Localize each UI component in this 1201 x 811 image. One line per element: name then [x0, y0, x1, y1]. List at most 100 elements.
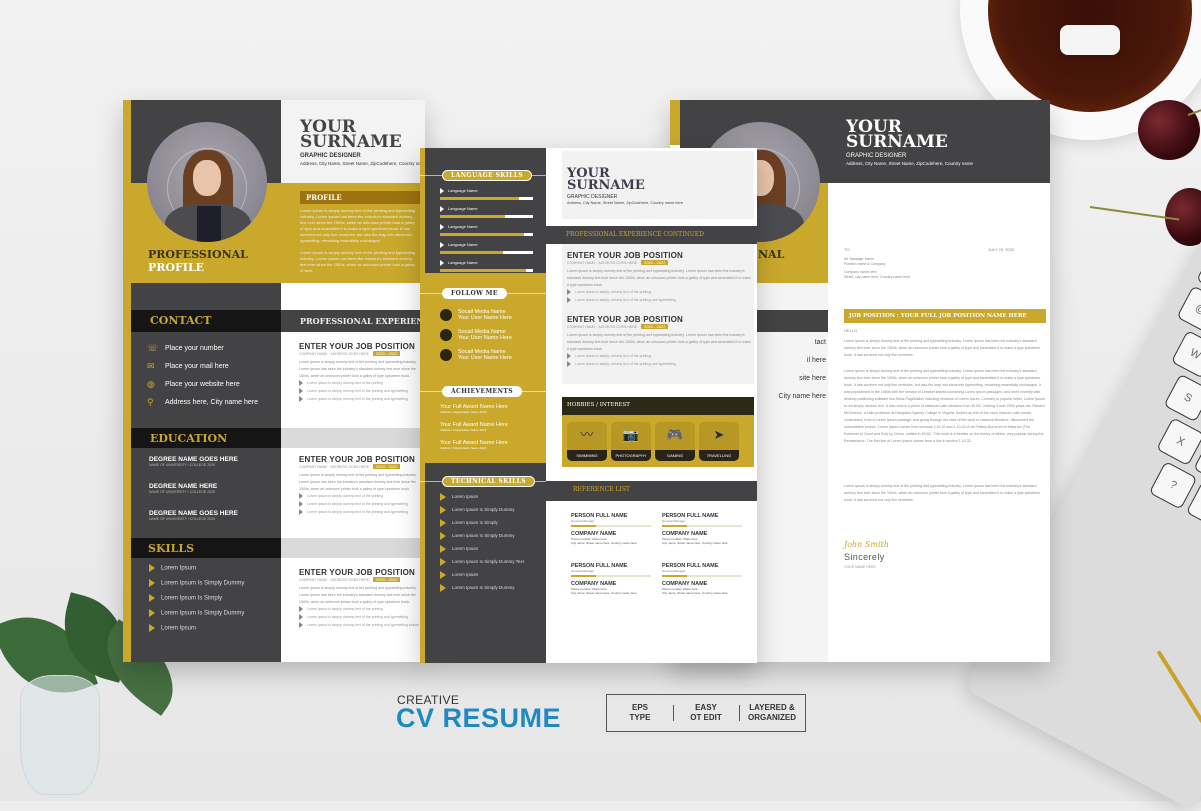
job-bullet: Lorem Ipsum is simply dummy text of the … [567, 297, 752, 305]
surname: SURNAME [300, 132, 402, 152]
language-item: Language Name [440, 224, 533, 236]
bullet-arrow-icon [299, 614, 303, 620]
reference-item: PERSON FULL NAME General Manager COMPANY N… [571, 563, 651, 595]
bullet-arrow-icon [440, 558, 446, 566]
education-list: DEGREE NAME GOES HERE NAME OF UNIVERSITY … [149, 456, 279, 537]
job-bullet: Lorem Ipsum is simply dummy text of the … [567, 361, 752, 369]
bullet-arrow-icon [299, 388, 303, 394]
skills-heading: SKILLS [148, 542, 195, 555]
contact-list: ☏ Place your number ✉ Place your mail here ◍… [147, 339, 277, 411]
bullet-arrow-icon [299, 380, 303, 386]
language-item: Language Name [440, 188, 533, 200]
date-badge: 2020 - 2022 [373, 464, 401, 469]
greeting: HELLO, [844, 328, 859, 333]
education-item: DEGREE NAME GOES HERE NAME OF UNIVERSITY … [149, 510, 279, 537]
bullet-arrow-icon [149, 624, 155, 632]
achievements-list: Your Full Award Name Here Institute / Org… [440, 404, 540, 458]
bullet-arrow-icon [440, 532, 446, 540]
company-address: COMPANY NAME · ADDRESS GOES HERE [567, 261, 638, 265]
company-address: COMPANY NAME · ADDRESS GOES HERE [299, 465, 370, 469]
job-title: ENTER YOUR JOB POSITION [567, 315, 684, 324]
skills-list: Lorem Ipsum Lorem Ipsum Is Simply Dummy Lo… [149, 564, 279, 639]
achievement-item: Your Full Award Name Here Institute / Org… [440, 440, 508, 450]
language-level-bar [440, 251, 533, 254]
branding-title: CV RESUME [396, 703, 562, 733]
bullet-arrow-icon [440, 571, 446, 579]
bullet-arrow-icon [440, 188, 444, 194]
job-entry: ENTER YOUR JOB POSITION COMPANY NAME · AD… [567, 251, 752, 315]
achievement-item: Your Full Award Name Here Institute / Org… [440, 422, 508, 432]
job-bullet: Lorem Ipsum is simply dummy text of the … [567, 353, 752, 361]
job-description: Lorem Ipsum is simply dummy text of the … [299, 586, 417, 604]
job-bullet: Lorem Ipsum is simply dummy text of the … [299, 614, 419, 622]
feature-box: EPS TYPE EASY OT EDIT LAYERED & ORGANIZED [606, 694, 806, 732]
recipient-block: Mr. Manager Name Position name & Company C… [844, 257, 994, 280]
gold-edge [123, 100, 131, 662]
technical-skill-item: Lorem Ipsum [440, 571, 540, 584]
address-line: Address, City Name, Street Name, ZipCode… [300, 161, 425, 166]
job-bullet: Lorem Ipsum is simply dummy text of the … [567, 289, 752, 297]
job-bullet: Lorem Ipsum is simply dummy text of the … [299, 622, 419, 630]
contact-item: ✉ Place your mail here [147, 360, 229, 371]
resume-front-page: PROFESSIONAL PROFILE YOUR SURNAME GRAPHI… [123, 100, 425, 662]
skill-item: Lorem Ipsum Is Simply Dummy [149, 609, 279, 624]
bullet-arrow-icon [440, 584, 446, 592]
company-address: COMPANY NAME · ADDRESS GOES HERE [299, 578, 370, 582]
feature-eps: EPS TYPE [629, 703, 651, 722]
language-list: Language Name Language Name Language Name L… [440, 188, 533, 278]
experience-list: ENTER YOUR JOB POSITION COMPANY NAME · AD… [299, 342, 419, 662]
social-item[interactable]: Socail Media Name Your User Name Here [440, 325, 540, 345]
technical-skill-item: Lorem Ipsum [440, 493, 540, 506]
recipient-line: Street, city name here, Country name her… [844, 275, 911, 279]
contact-fragment: tact [814, 339, 826, 346]
hobby-travelling: ➤ TRAVELLING [699, 422, 739, 461]
bullet-arrow-icon [149, 564, 155, 572]
language-item: Language Name [440, 260, 533, 272]
education-item: DEGREE NAME GOES HERE NAME OF UNIVERSITY … [149, 456, 279, 483]
profile-photo [147, 122, 267, 242]
professional-label: NAL [758, 248, 785, 261]
profile-paragraph: Lorem Ipsum is simply dummy text of the … [300, 250, 416, 272]
letter-paragraph: Lorem Ipsum is simply dummy text of the … [844, 484, 1041, 502]
technical-skill-item: Lorem Ipsum [440, 545, 540, 558]
language-level-bar [440, 269, 533, 272]
technical-skill-item: Lorem Ipsum Is Simply Dummy Text [440, 558, 540, 571]
bullet-arrow-icon [567, 353, 571, 359]
job-entry: ENTER YOUR JOB POSITION COMPANY NAME · AD… [299, 455, 419, 568]
education-item: DEGREE NAME HERE NAME OF UNIVERSITY / COL… [149, 483, 279, 510]
cup-handle [1060, 25, 1120, 55]
bullet-arrow-icon [299, 622, 303, 628]
bullet-arrow-icon [299, 493, 303, 499]
hobby-photography: 📷 PHOTOGRAPHY [611, 422, 651, 461]
sidebar-contact-fragments: tact il here site here City name here [758, 339, 828, 411]
social-item[interactable]: Socail Media Name Your User Name Here [440, 345, 540, 365]
degree-name: DEGREE NAME GOES HERE [149, 510, 238, 517]
achievements-heading: ACHIEVEMENTS [442, 386, 523, 397]
technical-skill-item: Lorem Ipsum Is Simply Dummy [440, 584, 540, 597]
bullet-arrow-icon [299, 509, 303, 515]
bullet-arrow-icon [299, 396, 303, 402]
social-list: Socail Media Name Your User Name Here Soca… [440, 305, 540, 365]
glass-vase-image [20, 675, 100, 795]
bullet-arrow-icon [567, 297, 571, 303]
date-badge: 2020 - 2022 [641, 324, 669, 329]
reference-item: PERSON FULL NAME General Manager COMPANY N… [662, 513, 742, 545]
bullet-arrow-icon [440, 242, 444, 248]
job-bullet: Lorem Ipsum is simply dummy text of the … [299, 493, 419, 501]
date-badge: 2020 - 2022 [641, 260, 669, 265]
company-address: COMPANY NAME · ADDRESS GOES HERE [567, 325, 638, 329]
bullet-arrow-icon [299, 606, 303, 612]
social-item[interactable]: Socail Media Name Your User Name Here [440, 305, 540, 325]
mail-icon: ✉ [147, 360, 155, 371]
swimming-icon: 〰 [580, 427, 594, 442]
technical-skill-item: Lorem Ipsum Is Simply Dummy [440, 532, 540, 545]
profile-paragraph: Lorem Ipsum is simply dummy text of the … [300, 208, 416, 243]
address-line: Address, City Name, Street Name, ZipCode… [567, 201, 683, 205]
bullet-arrow-icon [440, 519, 446, 527]
technical-skill-item: Lorem Ipsum Is Simply Dummy [440, 506, 540, 519]
social-icon [440, 329, 452, 341]
company-address: COMPANY NAME · ADDRESS GOES HERE [299, 352, 370, 356]
job-title: ENTER YOUR JOB POSITION [299, 568, 416, 577]
hobby-gaming: 🎮 GAMING [655, 422, 695, 461]
skill-item: Lorem Ipsum [149, 564, 279, 579]
